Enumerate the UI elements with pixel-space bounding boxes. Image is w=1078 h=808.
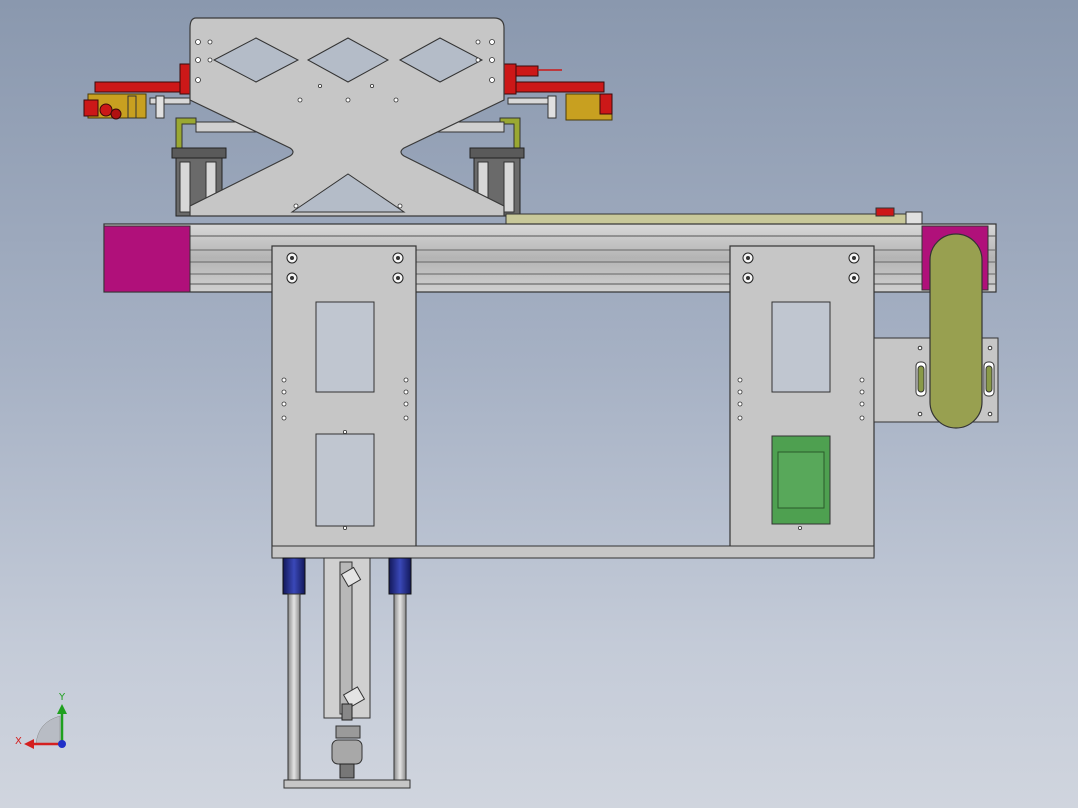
z-axis-dot <box>58 740 66 748</box>
left-carriage-plate <box>271 245 417 557</box>
y-axis-label: Y <box>58 692 66 703</box>
x-axis-label: X <box>15 736 22 747</box>
coordinate-triad: Y X <box>15 692 67 749</box>
drag-chain <box>929 233 983 429</box>
left-gripper-assembly <box>83 63 195 120</box>
bottom-cross-bar <box>271 545 875 559</box>
right-carriage-plate <box>729 245 875 557</box>
cad-assembly-front-view: Y X <box>15 17 999 789</box>
z-axis-assembly <box>282 557 412 789</box>
cad-viewport[interactable]: Y X <box>0 0 1078 808</box>
left-end-cap <box>103 225 191 293</box>
top-rail-cover <box>505 207 923 227</box>
right-gripper-assembly <box>501 63 613 121</box>
top-x-shaped-plate <box>189 17 505 217</box>
